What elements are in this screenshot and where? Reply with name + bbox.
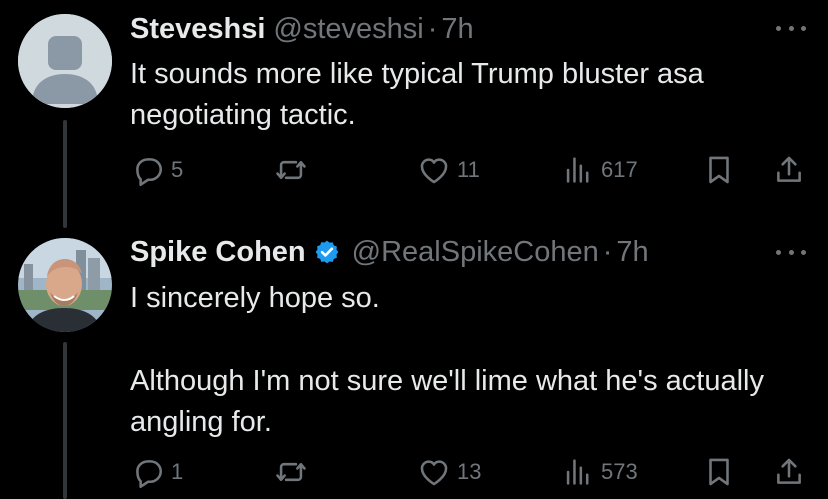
default-avatar-icon	[18, 14, 112, 108]
user-handle[interactable]: @steveshsi	[273, 9, 423, 49]
repost-button[interactable]	[274, 152, 314, 188]
reply-bubble-icon	[136, 158, 163, 187]
like-button[interactable]: 11	[417, 152, 480, 188]
thread-connector-line	[63, 120, 67, 228]
views-button[interactable]: 617	[561, 152, 638, 188]
repost-button[interactable]	[274, 454, 314, 490]
more-dots-icon[interactable]	[776, 21, 806, 35]
reply-count: 1	[171, 459, 184, 484]
bookmark-icon	[709, 156, 729, 184]
avatar-steveshsi[interactable]	[18, 14, 112, 108]
separator-dot: ·	[427, 13, 438, 45]
repost-arrows-icon	[276, 160, 306, 180]
separator-dot: ·	[602, 236, 613, 268]
reply-button[interactable]: 5	[131, 152, 183, 188]
profile-photo-image	[18, 238, 112, 332]
avatar-spike-cohen[interactable]	[18, 238, 112, 332]
bookmark-button[interactable]	[702, 454, 736, 490]
heart-icon	[420, 460, 448, 486]
like-count: 13	[457, 459, 482, 484]
like-button[interactable]: 13	[417, 454, 481, 490]
like-count: 11	[457, 157, 480, 182]
tweet-steveshsi[interactable]: Steveshsi @steveshsi · 7h It sounds more…	[0, 0, 828, 230]
reply-bubble-icon	[136, 460, 163, 489]
timestamp[interactable]: 7h	[441, 9, 473, 49]
display-name[interactable]: Spike Cohen	[130, 232, 306, 272]
repost-arrows-icon	[276, 462, 306, 482]
bookmark-button[interactable]	[702, 152, 736, 188]
share-button[interactable]	[772, 454, 806, 490]
heart-icon	[420, 158, 448, 184]
bar-chart-icon	[566, 157, 589, 183]
tweet-text: It sounds more like typical Trump bluste…	[130, 58, 704, 131]
timestamp[interactable]: 7h	[616, 232, 648, 272]
tweet-spike-cohen[interactable]: Spike Cohen @RealSpikeCohen · 7h I since…	[0, 230, 828, 499]
reply-button[interactable]: 1	[131, 454, 183, 490]
bar-chart-icon	[566, 459, 589, 485]
verified-badge-icon	[314, 239, 340, 265]
bookmark-icon	[709, 458, 729, 486]
share-button[interactable]	[772, 152, 806, 188]
views-button[interactable]: 573	[561, 454, 638, 490]
tweet-header: Spike Cohen @RealSpikeCohen · 7h	[130, 232, 649, 272]
tweet-text-paragraph: Although I'm not sure we'll lime what he…	[130, 365, 764, 438]
view-count: 617	[601, 157, 638, 182]
tweet-text-paragraph: I sincerely hope so.	[130, 282, 380, 314]
tweet-header: Steveshsi @steveshsi · 7h	[130, 9, 474, 49]
view-count: 573	[601, 459, 638, 484]
more-dots-icon[interactable]	[776, 245, 806, 259]
display-name[interactable]: Steveshsi	[130, 9, 265, 49]
reply-count: 5	[171, 157, 184, 182]
user-handle[interactable]: @RealSpikeCohen	[352, 232, 599, 272]
share-upload-icon	[777, 156, 801, 182]
share-upload-icon	[777, 458, 801, 484]
thread-connector-line	[63, 342, 67, 499]
